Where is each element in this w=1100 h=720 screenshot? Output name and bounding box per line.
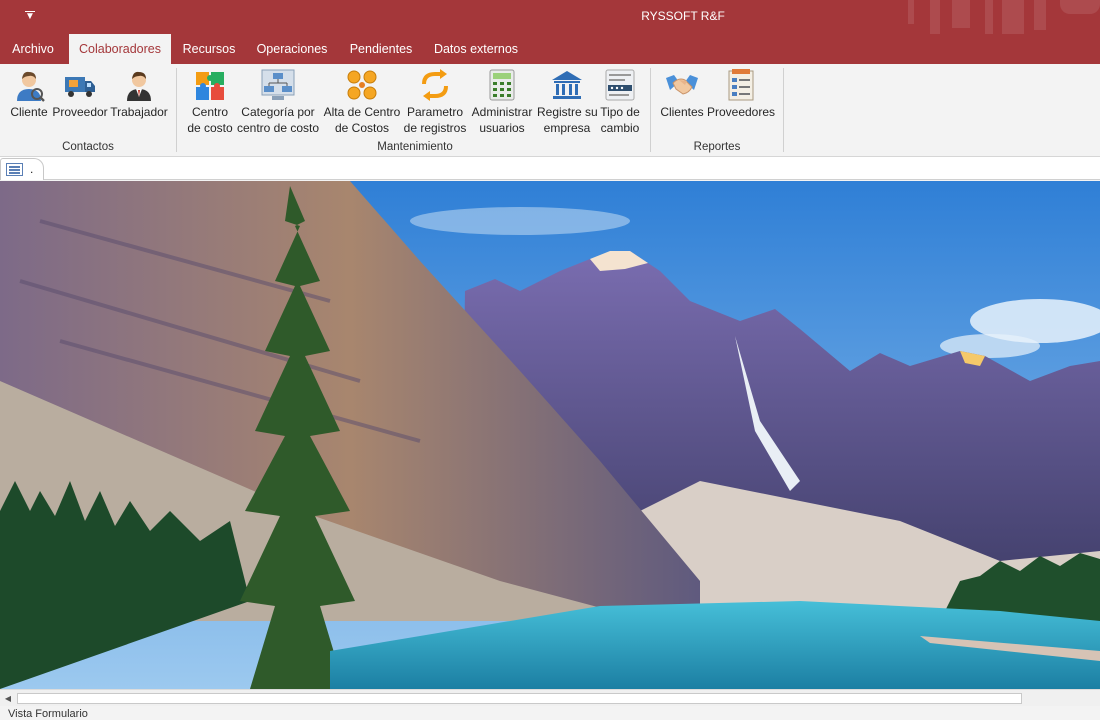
horizontal-scrollbar[interactable]: ◀︎: [0, 689, 1100, 706]
alta-de-centro-de-costos-button[interactable]: Alta de Centro de Costos: [322, 68, 402, 136]
tab-datos-externos[interactable]: Datos externos: [428, 34, 524, 64]
group-separator: [783, 68, 784, 152]
ribbon-tabs: Archivo Colaboradores Recursos Operacion…: [0, 34, 1100, 64]
refresh-arrows-icon: [418, 68, 452, 102]
button-label-line1: Alta de Centro: [323, 105, 401, 119]
button-label-line1: Registre su: [537, 105, 598, 119]
button-label-line2: usuarios: [479, 121, 525, 135]
scrollbar-thumb[interactable]: [17, 693, 1022, 704]
button-label-line2: de costo: [187, 121, 233, 135]
parametro-de-registros-button[interactable]: Parametro de registros: [403, 68, 467, 136]
exchange-rate-icon: [603, 68, 637, 102]
ribbon: Cliente Proveedor Trabajador Contactos C…: [0, 64, 1100, 157]
worker-person-icon: [122, 68, 156, 102]
button-label-line2: de registros: [403, 121, 467, 135]
org-chart-icon: [261, 68, 295, 102]
group-separator: [650, 68, 651, 152]
calculator-icon: [485, 68, 519, 102]
button-label-line1: Tipo de: [600, 105, 640, 119]
trabajador-button[interactable]: Trabajador: [110, 68, 168, 120]
form-icon: [6, 163, 23, 176]
coins-icon: [345, 68, 379, 102]
button-label-line2: centro de costo: [236, 121, 320, 135]
cliente-button[interactable]: Cliente: [8, 68, 50, 120]
group-separator: [176, 68, 177, 152]
tab-recursos[interactable]: Recursos: [176, 34, 242, 64]
bank-building-icon: [550, 68, 584, 102]
tab-colaboradores[interactable]: Colaboradores: [69, 34, 171, 64]
button-label-line2: de Costos: [334, 121, 390, 135]
button-label-line1: Categoría por: [241, 105, 315, 119]
tipo-de-cambio-button[interactable]: Tipo de cambio: [598, 68, 642, 136]
proveedor-button[interactable]: Proveedor: [52, 68, 108, 120]
button-label-line1: Centro: [191, 105, 229, 119]
client-person-icon: [12, 68, 46, 102]
button-label: Trabajador: [110, 105, 168, 119]
status-bar: Vista Formulario: [0, 706, 1100, 720]
document-tab-label: .: [30, 162, 34, 176]
delivery-truck-icon: [63, 68, 97, 102]
document-list-icon: [724, 68, 758, 102]
tab-operaciones[interactable]: Operaciones: [250, 34, 334, 64]
scroll-left-arrow-icon[interactable]: ◀︎: [2, 693, 14, 704]
group-label-mantenimiento: Mantenimiento: [377, 141, 453, 153]
button-label-line2: empresa: [543, 121, 591, 135]
form-background-image: [0, 181, 1100, 689]
group-label-contactos: Contactos: [62, 141, 114, 153]
button-label: Cliente: [10, 105, 48, 119]
button-label-line1: Administrar: [471, 105, 533, 119]
document-tab[interactable]: .: [0, 158, 44, 180]
administrar-usuarios-button[interactable]: Administrar usuarios: [468, 68, 536, 136]
status-text: Vista Formulario: [8, 708, 88, 720]
button-label: Clientes: [660, 105, 704, 119]
handshake-icon: [665, 68, 699, 102]
tab-pendientes[interactable]: Pendientes: [343, 34, 419, 64]
centro-de-costo-button[interactable]: Centro de costo: [184, 68, 236, 136]
title-bar: ▼︎ RYSSOFT R&F: [0, 0, 1100, 34]
button-label: Proveedores: [706, 105, 776, 119]
button-label-line2: cambio: [600, 121, 640, 135]
tab-archivo[interactable]: Archivo: [4, 34, 62, 64]
categoria-por-centro-de-costo-button[interactable]: Categoría por centro de costo: [236, 68, 320, 136]
document-tab-strip: .: [0, 157, 1100, 180]
proveedores-report-button[interactable]: Proveedores: [706, 68, 776, 120]
group-label-reportes: Reportes: [693, 141, 741, 153]
app-title: RYSSOFT R&F: [641, 9, 725, 23]
mountain-landscape: [0, 181, 1100, 689]
button-label: Proveedor: [52, 105, 108, 119]
clientes-report-button[interactable]: Clientes: [659, 68, 705, 120]
puzzle-icon: [193, 68, 227, 102]
registre-su-empresa-button[interactable]: Registre su empresa: [537, 68, 598, 136]
button-label-line1: Parametro: [406, 105, 464, 119]
